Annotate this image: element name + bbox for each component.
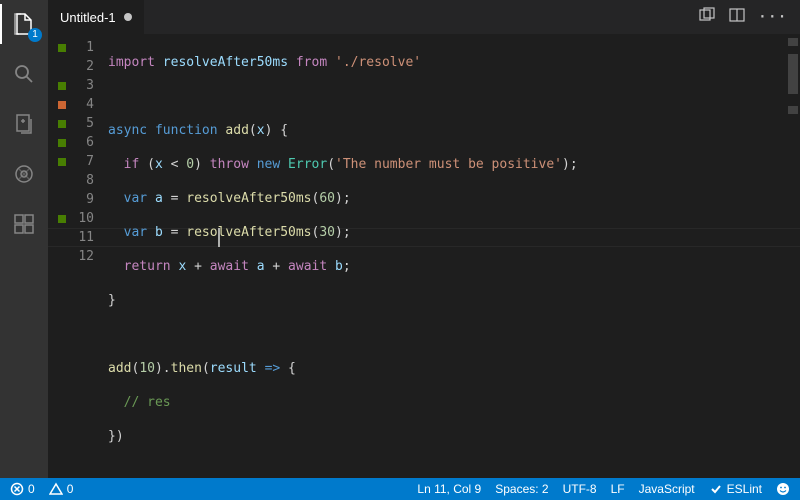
explorer-icon[interactable]: 1 bbox=[0, 8, 48, 40]
status-indent[interactable]: Spaces: 2 bbox=[495, 482, 548, 496]
status-warnings[interactable]: 0 bbox=[49, 482, 74, 496]
overview-ruler[interactable] bbox=[786, 34, 800, 478]
status-eslint[interactable]: ESLint bbox=[709, 482, 762, 496]
tab-title: Untitled-1 bbox=[60, 10, 116, 25]
tab-untitled-1[interactable]: Untitled-1 bbox=[48, 0, 145, 34]
extensions-icon[interactable] bbox=[0, 208, 48, 240]
activity-bar: 1 bbox=[0, 0, 48, 478]
editor-actions: ··· bbox=[687, 0, 800, 34]
status-encoding[interactable]: UTF-8 bbox=[563, 482, 597, 496]
search-icon[interactable] bbox=[0, 58, 48, 90]
split-editor-icon[interactable] bbox=[729, 7, 745, 27]
debug-icon[interactable] bbox=[0, 158, 48, 190]
editor-area: Untitled-1 ··· 1 2 3 4 5 bbox=[48, 0, 800, 478]
status-bar: 0 0 Ln 11, Col 9 Spaces: 2 UTF-8 LF Java… bbox=[0, 478, 800, 500]
dirty-dot-icon bbox=[124, 13, 132, 21]
explorer-badge: 1 bbox=[28, 28, 42, 42]
status-language[interactable]: JavaScript bbox=[639, 482, 695, 496]
status-cursor-position[interactable]: Ln 11, Col 9 bbox=[417, 482, 481, 496]
gutter: 1 2 3 4 5 6 7 8 9 10 11 12 bbox=[48, 34, 108, 478]
main-area: 1 Untitled-1 bbox=[0, 0, 800, 478]
code-editor[interactable]: 1 2 3 4 5 6 7 8 9 10 11 12 import resolv… bbox=[48, 34, 800, 478]
code-content[interactable]: import resolveAfter50ms from './resolve'… bbox=[108, 34, 800, 478]
tabs-row: Untitled-1 ··· bbox=[48, 0, 800, 34]
app-root: 1 Untitled-1 bbox=[0, 0, 800, 500]
status-feedback-icon[interactable] bbox=[776, 482, 790, 496]
status-eol[interactable]: LF bbox=[611, 482, 625, 496]
compare-icon[interactable] bbox=[699, 7, 715, 27]
more-actions-icon[interactable]: ··· bbox=[759, 10, 788, 25]
diff-icon[interactable] bbox=[0, 108, 48, 140]
status-errors[interactable]: 0 bbox=[10, 482, 35, 496]
